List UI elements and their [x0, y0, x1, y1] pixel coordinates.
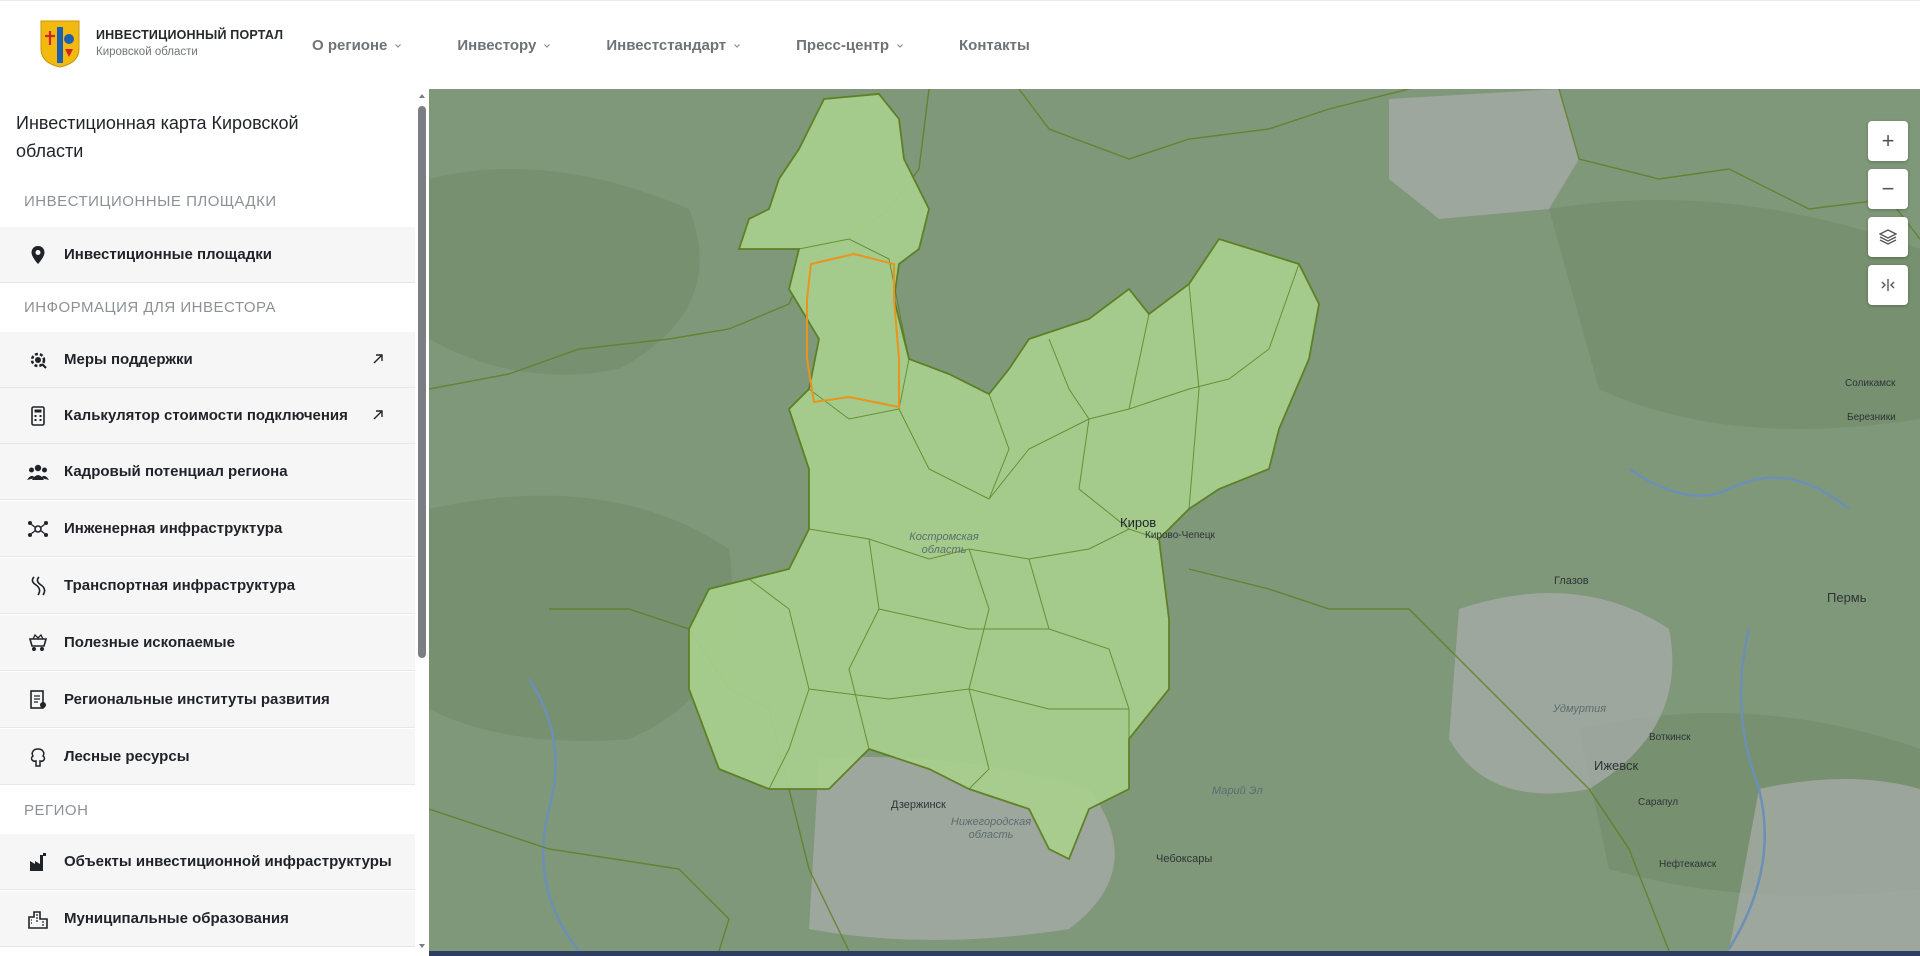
sidebar-item-engineering[interactable]: Инженерная инфраструктура: [0, 501, 415, 557]
road-icon: [27, 575, 49, 597]
chevron-down-icon: [395, 43, 402, 48]
city-icon: [27, 908, 49, 930]
calculator-icon: [27, 405, 49, 427]
sidebar-item-label: Лесные ресурсы: [64, 748, 190, 765]
sidebar-item-label: Кадровый потенциал региона: [64, 463, 288, 480]
region-label-udmurtia: Удмуртия: [1553, 703, 1607, 715]
region-shape: [688, 93, 1320, 861]
factory-icon: [27, 851, 49, 873]
sidebar-item-invest-infrastructure[interactable]: Объекты инвестиционной инфраструктуры: [0, 834, 415, 890]
region-label-mari-el: Марий Эл: [1212, 785, 1263, 797]
external-link-icon: [373, 354, 383, 364]
sidebar-item-label: Муниципальные образования: [64, 910, 289, 927]
nav-label: О регионе: [312, 37, 388, 54]
city-label-kirov: Киров: [1120, 515, 1157, 530]
scrollbar-thumb[interactable]: [418, 106, 426, 658]
brand-title: ИНВЕСТИЦИОННЫЙ ПОРТАЛ: [96, 28, 284, 42]
nav-investor[interactable]: Инвестору: [457, 37, 551, 54]
brand-subtitle: Кировской области: [96, 45, 198, 58]
city-label-sarapul: Сарапул: [1638, 797, 1679, 808]
sidebar-item-label: Инвестиционные площадки: [64, 246, 272, 263]
document-icon: [27, 689, 49, 711]
nav-about-region[interactable]: О регионе: [312, 37, 402, 54]
people-icon: [27, 461, 49, 483]
sidebar-item-municipalities[interactable]: Муниципальные образования: [0, 891, 415, 947]
sidebar-item-dev-institutes[interactable]: Региональные институты развития: [0, 672, 415, 728]
city-label-solikamsk: Соликамск: [1845, 378, 1896, 389]
sidebar-item-label: Калькулятор стоимости подключения: [64, 407, 348, 424]
sidebar-item-support-measures[interactable]: Меры поддержки: [0, 332, 415, 388]
sidebar-item-workforce[interactable]: Кадровый потенциал региона: [0, 444, 415, 500]
sidebar-item-label: Региональные институты развития: [64, 691, 330, 708]
chevron-down-icon: [544, 43, 551, 48]
map-pin-icon: [27, 244, 49, 266]
collapse-icon: [1881, 279, 1895, 291]
section-investor-info: ИНФОРМАЦИЯ ДЛЯ ИНВЕСТОРА: [24, 299, 277, 316]
external-link-icon: [373, 410, 383, 420]
sidebar: Инвестиционная карта Кировской области И…: [0, 89, 429, 956]
collapse-panel-button[interactable]: [1868, 265, 1908, 305]
zoom-out-button[interactable]: −: [1868, 169, 1908, 209]
zoom-in-button[interactable]: +: [1868, 121, 1908, 161]
sidebar-item-label: Объекты инвестиционной инфраструктуры: [64, 853, 392, 870]
nav-label: Пресс-центр: [796, 37, 890, 54]
city-label-perm: Пермь: [1827, 590, 1867, 605]
city-label-kirovo-chepetsk: Кирово-Чепецк: [1145, 530, 1215, 541]
nav-label: Инвестстандарт: [606, 37, 727, 54]
sidebar-item-forest[interactable]: Лесные ресурсы: [0, 729, 415, 785]
sidebar-item-invest-sites[interactable]: Инвестиционные площадки: [0, 227, 415, 283]
nav-press-center[interactable]: Пресс-центр: [796, 37, 904, 54]
city-label-cheboksary: Чебоксары: [1156, 853, 1213, 865]
nav-label: Контакты: [959, 37, 1030, 54]
city-label-glazov: Глазов: [1554, 575, 1589, 587]
tree-icon: [27, 746, 49, 768]
map-view[interactable]: Киров Кирово-Чепецк Глазов Пермь Соликам…: [429, 89, 1920, 951]
region-label-kostroma: Костромская область: [909, 531, 979, 556]
nav-contacts[interactable]: Контакты: [959, 37, 1030, 54]
kirov-region[interactable]: [688, 93, 1320, 861]
support-gear-icon: [27, 349, 49, 371]
sidebar-title: Инвестиционная карта Кировской области: [16, 113, 299, 161]
nav-invest-standard[interactable]: Инвестстандарт: [606, 37, 741, 54]
network-icon: [27, 518, 49, 540]
map-canvas[interactable]: [429, 89, 1920, 951]
brand[interactable]: ИНВЕСТИЦИОННЫЙ ПОРТАЛ Кировской области: [96, 29, 283, 58]
city-label-berezniki: Березники: [1847, 412, 1896, 423]
main-nav: О регионе Инвестору Инвестстандарт Пресс…: [312, 1, 1085, 90]
layers-icon: [1879, 229, 1897, 245]
mining-cart-icon: [27, 632, 49, 654]
section-region: РЕГИОН: [24, 802, 89, 819]
site-header: ИНВЕСТИЦИОННЫЙ ПОРТАЛ Кировской области …: [0, 0, 1920, 89]
city-label-izhevsk: Ижевск: [1594, 758, 1639, 773]
sidebar-item-connection-calculator[interactable]: Калькулятор стоимости подключения: [0, 388, 415, 444]
bottom-taskbar-strip: [429, 951, 1920, 956]
layers-button[interactable]: [1868, 217, 1908, 257]
chevron-down-icon: [734, 43, 741, 48]
sidebar-item-minerals[interactable]: Полезные ископаемые: [0, 615, 415, 671]
nav-label: Инвестору: [457, 37, 537, 54]
coat-of-arms-logo[interactable]: [39, 19, 81, 69]
city-label-neftekamsk: Нефтекамск: [1659, 859, 1717, 870]
sidebar-item-label: Транспортная инфраструктура: [64, 577, 296, 594]
sidebar-item-label: Меры поддержки: [64, 351, 193, 368]
city-label-dzerzhinsk: Дзержинск: [891, 799, 946, 811]
sidebar-item-label: Полезные ископаемые: [64, 634, 235, 651]
city-label-votkinsk: Воткинск: [1649, 732, 1691, 743]
sidebar-item-transport[interactable]: Транспортная инфраструктура: [0, 558, 415, 614]
sidebar-scrollbar[interactable]: [415, 89, 429, 956]
section-invest-sites: ИНВЕСТИЦИОННЫЕ ПЛОЩАДКИ: [24, 193, 277, 210]
region-label-nizhny-novgorod: Нижегородская область: [950, 816, 1032, 841]
map-controls: + −: [1868, 121, 1908, 313]
scroll-up-arrow-icon[interactable]: [418, 92, 426, 100]
chevron-down-icon: [897, 43, 903, 48]
sidebar-item-label: Инженерная инфраструктура: [64, 520, 283, 537]
scroll-down-arrow-icon[interactable]: [418, 942, 426, 950]
